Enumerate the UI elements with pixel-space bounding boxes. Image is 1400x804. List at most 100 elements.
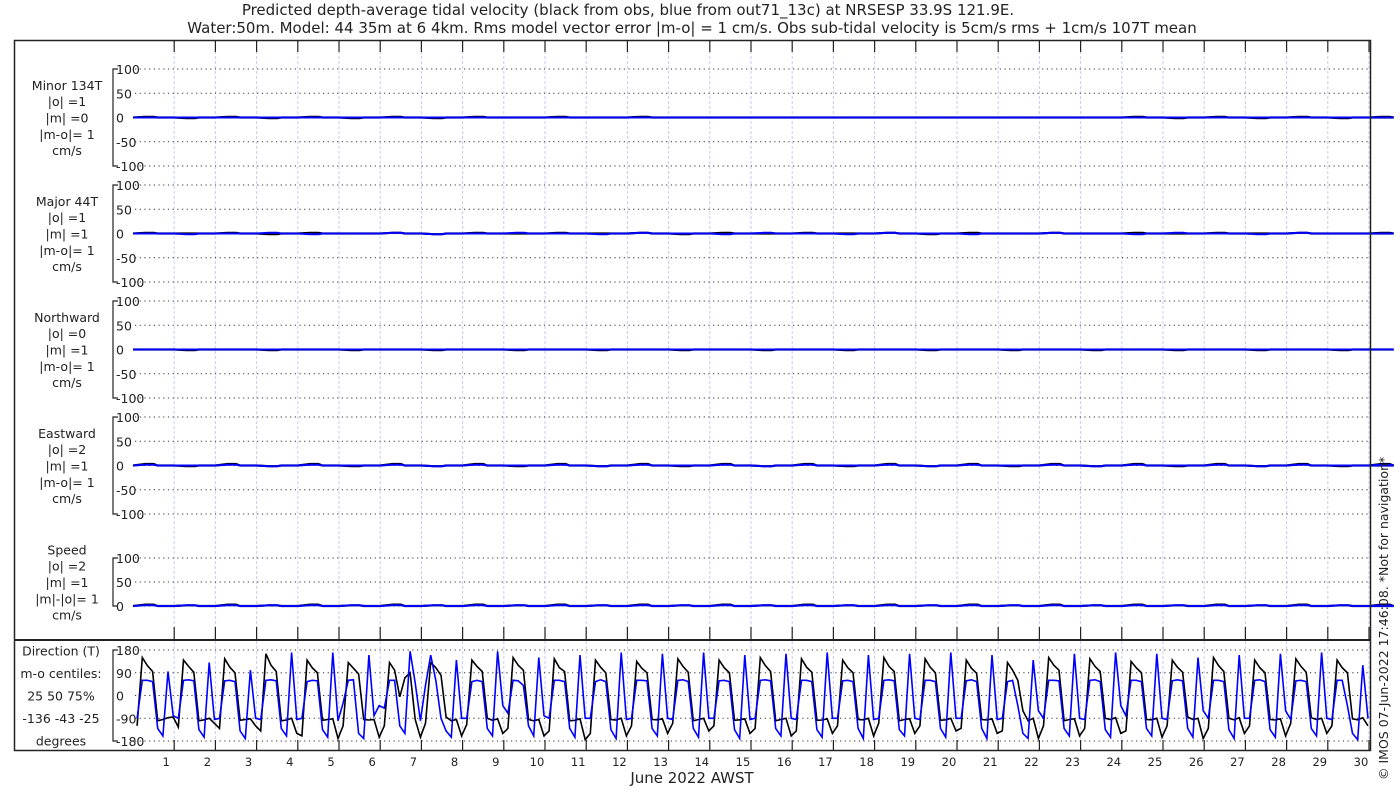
- northward-panel: Northward|o| =0 |m| =1|m-o|= 1cm/s 100 50 0 -…: [34, 294, 1394, 406]
- panels: Minor 134T|o| =1|m| =0|m-o|= 1cm/s100500…: [20, 62, 1395, 749]
- x-tick-label: 23: [1065, 755, 1080, 769]
- minor-y-tick-label: -100: [116, 159, 144, 174]
- direction-y-tick-label: 90: [116, 666, 132, 681]
- eastward-y-tick-label: -100: [116, 507, 144, 522]
- x-tick-label: 17: [818, 755, 833, 769]
- x-tick-label: 21: [983, 755, 998, 769]
- plot-frame: [13, 39, 1372, 752]
- x-tick-label: 18: [859, 755, 874, 769]
- northward-y-tick-label: -100: [116, 391, 144, 406]
- x-tick-label: 9: [492, 755, 499, 769]
- speed-label: Speed: [47, 542, 86, 557]
- speed-y-tick-label: 50: [116, 575, 132, 590]
- northward-y-tick-label: 50: [116, 318, 132, 333]
- major-label: Major 44T: [36, 194, 99, 209]
- northward-label: cm/s: [52, 375, 82, 390]
- eastward-label: |o| =2: [48, 442, 86, 457]
- northward-label: |m| =1: [46, 343, 89, 358]
- major-y-tick-label: 0: [116, 227, 124, 242]
- minor-label: Minor 134T: [32, 78, 103, 93]
- x-tick-label: 2: [204, 755, 211, 769]
- minor-panel: Minor 134T|o| =1 |m| =0|m-o|= 1cm/s 100 50 0…: [32, 62, 1394, 174]
- minor-y-tick-label: 50: [116, 86, 132, 101]
- direction-y-tick-label: -90: [116, 711, 136, 726]
- x-tick-label: 4: [286, 755, 293, 769]
- minor-y-tick-label: -50: [116, 135, 136, 150]
- major-y-tick-label: 100: [116, 178, 140, 193]
- x-tick-label: 5: [327, 755, 334, 769]
- x-tick-label: 28: [1271, 755, 1286, 769]
- major-y-tick-label: -100: [116, 275, 144, 290]
- x-axis-label: June 2022 AWST: [629, 769, 754, 787]
- x-tick-label: 29: [1312, 755, 1327, 769]
- x-tick-label: 24: [1106, 755, 1121, 769]
- speed-label: cm/s: [52, 608, 82, 623]
- speed-y-tick-label: 100: [116, 551, 140, 566]
- copyright-note: © IMOS 07-Jun-2022 17:46:08. *Not for na…: [1376, 457, 1391, 780]
- northward-label: |o| =0: [48, 326, 87, 341]
- x-tick-label: 25: [1148, 755, 1163, 769]
- minor-y-tick-label: 100: [116, 62, 140, 77]
- eastward-y-tick-label: -50: [116, 483, 136, 498]
- eastward-label: cm/s: [52, 491, 82, 506]
- eastward-model-line: [132, 463, 1394, 468]
- northward-y-tick-label: 100: [116, 294, 140, 309]
- x-tick-label: 22: [1024, 755, 1039, 769]
- minor-label: |m-o|= 1: [39, 127, 94, 142]
- x-tick-label: 20: [942, 755, 957, 769]
- eastward-y-tick-label: 100: [116, 410, 140, 425]
- direction-y-tick-label: 180: [116, 643, 140, 658]
- eastward-label: Eastward: [38, 426, 96, 441]
- x-tick-label: 26: [1189, 755, 1204, 769]
- direction-y-tick-label: 0: [116, 689, 124, 704]
- minor-label: |m| =0: [46, 111, 89, 126]
- x-tick-label: 6: [369, 755, 376, 769]
- x-tick-label: 30: [1354, 755, 1369, 769]
- x-tick-label: 1: [163, 755, 170, 769]
- chart-title-line-2: Water:50m. Model: 44 35m at 6 4km. Rms m…: [187, 19, 1196, 37]
- minor-label: |o| =1: [48, 94, 86, 109]
- x-tick-label: 16: [777, 755, 792, 769]
- speed-panel: Speed |o| =2|m| =1|m|-|o|= 1 cm/s 100 50 0: [35, 542, 1395, 623]
- chart-title-line-1: Predicted depth-average tidal velocity (…: [242, 1, 1014, 20]
- major-y-tick-label: -50: [116, 251, 136, 266]
- eastward-label: |m| =1: [46, 459, 89, 474]
- speed-y-tick-label: 0: [116, 599, 124, 614]
- major-label: |o| =1: [48, 210, 86, 225]
- eastward-label: |m-o|= 1: [39, 475, 94, 490]
- direction-y-tick-label: -180: [116, 734, 144, 749]
- northward-y-tick-label: -50: [116, 367, 136, 382]
- speed-label: |m|-|o|= 1: [35, 591, 99, 606]
- x-axis-ticks: 1 2 3 4 5 6 7 8 9 10 11 12 13 14 15 16 17 18 19 20 21 22 23 24 2…: [163, 41, 1370, 769]
- northward-label: Northward: [34, 310, 100, 325]
- x-tick-label: 19: [900, 755, 915, 769]
- x-tick-label: 10: [530, 755, 545, 769]
- eastward-y-tick-label: 0: [116, 459, 124, 474]
- x-tick-label: 27: [1230, 755, 1245, 769]
- northward-label: |m-o|= 1: [39, 359, 94, 374]
- direction-label: 25 50 75%: [27, 689, 95, 704]
- major-panel: Major 44T|o| =1 |m| =1|m-o|= 1cm/s 100 50 0 -…: [36, 178, 1394, 290]
- minor-label: cm/s: [52, 143, 82, 158]
- direction-label: -136 -43 -25: [22, 711, 99, 726]
- x-tick-label: 12: [612, 755, 627, 769]
- day-gridlines: [173, 41, 1370, 750]
- x-tick-label: 8: [451, 755, 458, 769]
- direction-label: Direction (T): [22, 644, 100, 659]
- speed-model-line: [132, 604, 1394, 607]
- major-y-tick-label: 50: [116, 202, 132, 217]
- northward-y-tick-label: 0: [116, 343, 124, 358]
- x-tick-label: 14: [694, 755, 709, 769]
- x-tick-label: 13: [653, 755, 668, 769]
- x-tick-label: 15: [736, 755, 751, 769]
- eastward-panel: Eastward|o| =2 |m| =1|m-o|= 1cm/s 100 50 0 -5…: [38, 410, 1395, 522]
- major-label: |m-o|= 1: [39, 243, 94, 258]
- major-label: |m| =1: [46, 227, 89, 242]
- x-tick-label: 11: [571, 755, 586, 769]
- x-tick-label: 7: [410, 755, 417, 769]
- direction-panel: Direction (T) m-o centiles: 25 50 75% -136 …: [20, 643, 1370, 749]
- tidal-velocity-chart: Predicted depth-average tidal velocity (…: [13, 1, 1395, 787]
- x-tick-label: 3: [245, 755, 252, 769]
- direction-label: degrees: [36, 734, 86, 749]
- direction-label: m-o centiles:: [20, 666, 101, 681]
